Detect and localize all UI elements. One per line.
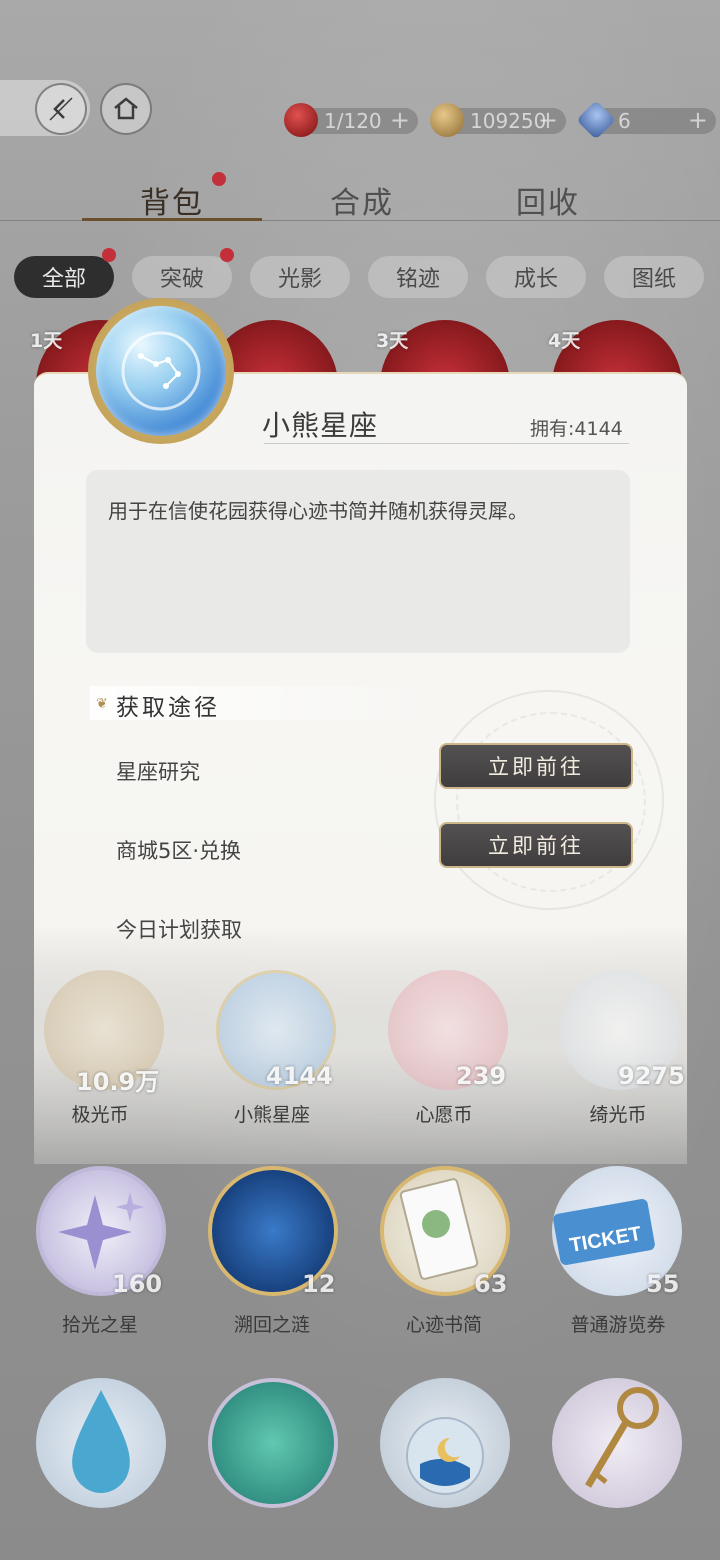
item-count: 12 <box>302 1270 336 1298</box>
item-icon-frame <box>88 298 234 444</box>
resource-crystal-value: 6 <box>618 109 631 133</box>
sources-title: 获取途径 <box>116 695 220 721</box>
back-button[interactable] <box>35 83 87 135</box>
notification-dot <box>102 248 116 262</box>
tab-backpack[interactable]: 背包 <box>140 178 204 222</box>
ursa-minor-coin-icon <box>96 306 226 436</box>
item-count: 9275 <box>618 1062 685 1090</box>
subtab-inscription[interactable]: 铭迹 <box>368 256 468 298</box>
add-apple-button[interactable]: + <box>390 106 410 134</box>
item-label: 小熊星座 <box>233 1104 310 1126</box>
item-label: 普通游览券 <box>570 1314 666 1336</box>
leaf-icon: ❦ <box>96 696 108 712</box>
go-now-button[interactable]: 立即前往 <box>439 822 633 868</box>
subtab-light-shadow[interactable]: 光影 <box>250 256 350 298</box>
item-label: 心迹书简 <box>405 1314 482 1336</box>
add-crystal-button[interactable]: + <box>688 106 708 134</box>
drop-glyph <box>72 1390 130 1493</box>
resource-crystal: 6 + <box>576 100 716 140</box>
resource-gold-value: 109250 <box>470 109 547 133</box>
go-now-button[interactable]: 立即前往 <box>439 743 633 789</box>
back-arrow-icon <box>49 97 73 121</box>
subtab-growth[interactable]: 成长 <box>486 256 586 298</box>
subtab-blueprint[interactable]: 图纸 <box>604 256 704 298</box>
day-badge: 1天 <box>30 330 63 352</box>
top-bar: 1/120 + 109250 + 6 + <box>0 80 720 140</box>
resource-apple: 1/120 + <box>284 103 418 137</box>
item-label: 溯回之涟 <box>233 1314 310 1336</box>
item-label: 拾光之星 <box>61 1314 138 1336</box>
day-badge: 4天 <box>548 330 581 352</box>
name-divider <box>264 443 629 444</box>
tab-recycle[interactable]: 回收 <box>516 178 580 222</box>
moon-bottle-icon[interactable] <box>380 1378 510 1508</box>
moon-decoration <box>434 690 664 910</box>
item-label: 心愿币 <box>415 1104 473 1126</box>
notification-dot <box>220 248 234 262</box>
item-label: 极光币 <box>71 1104 129 1126</box>
constellation-icon <box>121 331 201 411</box>
subtab-all[interactable]: 全部 <box>14 256 114 298</box>
crystal-icon <box>576 100 616 140</box>
item-description: 用于在信使花园获得心迹书简并随机获得灵犀。 <box>108 499 528 523</box>
item-count: 10.9万 <box>76 1068 160 1096</box>
resource-apple-value: 1/120 <box>324 109 382 133</box>
add-gold-button[interactable]: + <box>538 106 558 134</box>
subtab-breakthrough[interactable]: 突破 <box>132 256 232 298</box>
item-count: 239 <box>456 1062 507 1090</box>
source-label: 星座研究 <box>116 760 200 784</box>
item-name: 小熊星座 <box>262 409 379 442</box>
home-button[interactable] <box>100 83 152 135</box>
item-count: 4144 <box>266 1062 333 1090</box>
teal-coin-icon[interactable] <box>208 1378 338 1508</box>
owned-count: 拥有:4144 <box>530 418 623 440</box>
resource-gold: 109250 + <box>430 103 566 137</box>
apple-icon <box>284 103 318 137</box>
item-count: 63 <box>474 1270 508 1298</box>
item-count: 160 <box>112 1270 163 1298</box>
notification-dot <box>212 172 226 186</box>
source-label: 商城5区·兑换 <box>116 839 242 863</box>
bottle-glyph <box>406 1417 484 1495</box>
gold-coin-icon <box>430 103 464 137</box>
item-count: 55 <box>646 1270 680 1298</box>
home-icon <box>114 97 138 120</box>
key-glyph <box>584 1387 659 1488</box>
sub-tabs: 全部 突破 光影 铭迹 成长 图纸 <box>14 248 720 300</box>
main-tabs: 背包 合成 回收 <box>0 172 720 228</box>
tab-synthesis[interactable]: 合成 <box>330 178 394 222</box>
water-drop-icon[interactable] <box>36 1378 166 1508</box>
item-label: 绮光币 <box>589 1104 647 1126</box>
source-label: 今日计划获取 <box>116 918 242 942</box>
golden-key-icon[interactable] <box>552 1378 682 1508</box>
day-badge: 3天 <box>376 330 409 352</box>
